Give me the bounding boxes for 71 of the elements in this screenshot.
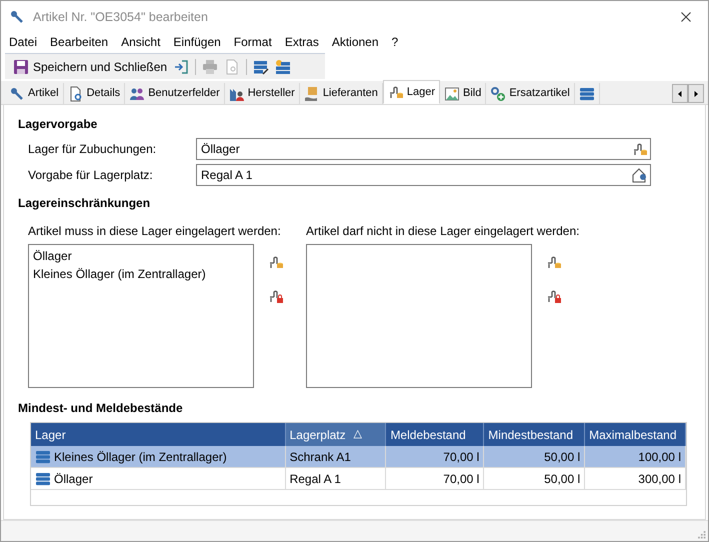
tab[interactable]: Lieferanten	[300, 83, 383, 104]
server-icon	[578, 86, 595, 102]
right-arrow-icon	[692, 90, 700, 98]
stock-add-icon	[546, 254, 562, 270]
exit-icon[interactable]	[173, 58, 190, 74]
tab[interactable]: Artikel	[5, 83, 64, 104]
stock-lock-icon	[546, 288, 562, 304]
input-field[interactable]: Öllager	[196, 138, 651, 160]
tab[interactable]: Details	[64, 83, 126, 104]
server-icon	[35, 470, 51, 486]
table-cell-text: 100,00 l	[638, 448, 681, 466]
menu-item[interactable]: Extras	[284, 33, 319, 51]
scroll-left-button[interactable]	[672, 84, 688, 103]
tab[interactable]: Hersteller	[224, 83, 300, 104]
window-title: Artikel Nr. "OE3054" bearbeiten	[33, 8, 208, 26]
server-icon	[35, 448, 51, 464]
menu-item[interactable]: Ansicht	[121, 33, 160, 51]
stock-icon	[388, 84, 404, 100]
resize-grip-icon	[697, 530, 706, 539]
table-cell-text: 50,00 l	[544, 448, 580, 466]
menu-item[interactable]: Datei	[9, 33, 38, 51]
column-header[interactable]: Lagerplatz △	[286, 423, 386, 446]
list-item[interactable]: Öllager	[33, 247, 72, 265]
list-label: Artikel darf nicht in diese Lager eingelagert werden:	[306, 223, 580, 240]
close-icon[interactable]	[680, 11, 692, 23]
scroll-right-button[interactable]	[688, 84, 704, 103]
field-label: Lager für Zubuchungen:	[27, 141, 158, 158]
tab[interactable]: Lager	[382, 80, 440, 104]
tab[interactable]: Benutzerfelder	[125, 83, 225, 104]
section-heading: Mindest- und Meldebestände	[18, 400, 184, 417]
input-field[interactable]: Regal A 1	[196, 164, 651, 186]
image-icon	[444, 86, 460, 102]
section-heading: Lagereinschränkungen	[18, 195, 152, 212]
list-label: Artikel muss in diese Lager eingelagert werden:	[28, 223, 282, 240]
list-box[interactable]	[306, 244, 532, 388]
wrench-icon	[9, 9, 25, 25]
table-cell-text: Kleines Öllager (im Zentrallager)	[54, 448, 227, 466]
users-icon	[129, 86, 146, 102]
table-row[interactable]: Kleines Öllager (im Zentrallager) Schrank A1 70,00 l 50,00 l 100,00 l	[31, 446, 686, 468]
stock-picker-icon	[632, 141, 648, 157]
tab[interactable]: Bild	[440, 83, 486, 104]
field-label: Vorgabe für Lagerplatz:	[27, 167, 154, 184]
gear-add-icon	[490, 86, 506, 102]
menu-item[interactable]: Einfügen	[173, 33, 221, 51]
list-item[interactable]: Kleines Öllager (im Zentrallager)	[33, 265, 206, 283]
table-cell-text: Regal A 1	[290, 470, 341, 488]
table-cell-text: Schrank A1	[290, 448, 351, 466]
table-row[interactable]: Öllager Regal A 1 70,00 l 50,00 l 300,00 l	[31, 468, 686, 490]
tab[interactable]: Ersatzartikel	[486, 83, 575, 104]
table-cell-text: 70,00 l	[443, 448, 480, 466]
sort-indicator: △	[354, 427, 362, 442]
document-search-icon	[68, 86, 84, 102]
house-pin-icon[interactable]	[632, 167, 648, 183]
table-cell-text: 70,00 l	[443, 470, 480, 488]
left-arrow-icon	[676, 90, 684, 98]
table-cell-text: Öllager	[54, 470, 93, 488]
stock-add-icon	[268, 254, 284, 270]
menu-item[interactable]: Aktionen	[332, 33, 379, 51]
save-close-button[interactable]: Speichern und Schließen	[13, 58, 168, 76]
stock-lock-icon	[268, 288, 284, 304]
menu-item[interactable]: Format	[234, 33, 272, 51]
server-edit-icon[interactable]	[253, 58, 270, 74]
list-box[interactable]: Öllager Kleines Öllager (im Zentrallager)	[28, 244, 254, 388]
table-cell-text: 50,00 l	[544, 470, 580, 488]
section-heading: Lagervorgabe	[18, 116, 98, 133]
wrench-icon	[9, 86, 25, 102]
package-hand-icon	[304, 86, 320, 102]
table-cell-text: 300,00 l	[638, 470, 681, 488]
menu-item[interactable]: Bearbeiten	[50, 33, 108, 51]
menu-item[interactable]: ?	[392, 33, 398, 51]
server-new-icon[interactable]	[275, 58, 292, 74]
